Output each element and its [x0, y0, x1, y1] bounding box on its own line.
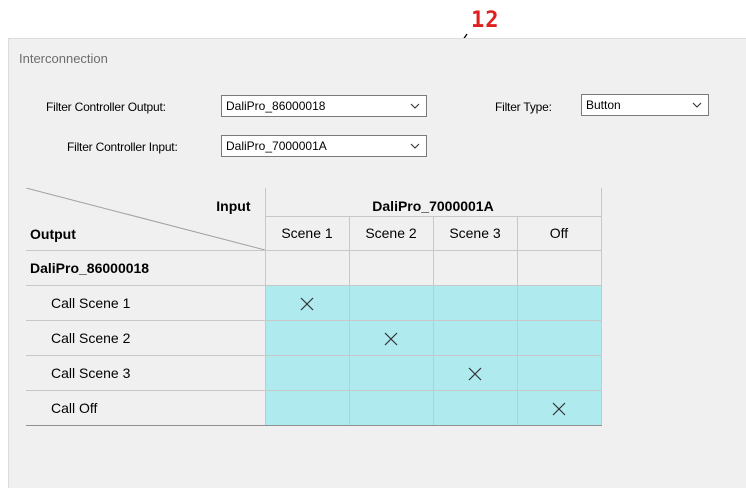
matrix-row: Call Scene 2	[26, 319, 602, 356]
column-header-scene-2: Scene 2	[348, 215, 434, 251]
row-label-call-scene-1: Call Scene 1	[26, 284, 266, 321]
filter-controller-input-value: DaliPro_7000001A	[226, 139, 327, 153]
connection-cell[interactable]	[432, 319, 518, 356]
interconnection-panel: Interconnection Filter Controller Output…	[8, 38, 746, 488]
filter-controller-output-dropdown[interactable]: DaliPro_86000018	[221, 95, 427, 117]
column-header-scene-1: Scene 1	[265, 215, 350, 251]
annotation-number: 12	[471, 8, 500, 33]
connection-cell[interactable]	[516, 284, 602, 321]
empty-cell	[348, 249, 434, 286]
connection-cell[interactable]	[348, 319, 434, 356]
matrix-row: Call Off	[26, 389, 602, 426]
connected-x-icon	[300, 297, 314, 311]
connection-cell[interactable]	[264, 389, 350, 426]
connected-x-icon	[468, 367, 482, 381]
filter-controller-output-value: DaliPro_86000018	[226, 99, 326, 113]
output-axis-label: Output	[30, 225, 76, 242]
connection-cell[interactable]	[516, 389, 602, 426]
filter-type-value: Button	[586, 98, 621, 112]
row-label-call-scene-3: Call Scene 3	[26, 354, 266, 391]
panel-title: Interconnection	[19, 51, 108, 66]
empty-cell	[516, 249, 602, 286]
connection-cell[interactable]	[432, 284, 518, 321]
connected-x-icon	[384, 332, 398, 346]
connection-cell[interactable]	[264, 284, 350, 321]
connection-cell[interactable]	[516, 319, 602, 356]
chevron-down-icon	[410, 143, 420, 149]
matrix-corner-header: Input Output	[26, 188, 266, 251]
interconnection-matrix: Input Output DaliPro_7000001A Scene 1 Sc…	[26, 188, 602, 426]
filter-controller-output-label: Filter Controller Output:	[46, 100, 166, 114]
chevron-down-icon	[410, 103, 420, 109]
connection-cell[interactable]	[348, 389, 434, 426]
row-label-call-scene-2: Call Scene 2	[26, 319, 266, 356]
connection-cell[interactable]	[348, 354, 434, 391]
matrix-row: Call Scene 1	[26, 284, 602, 321]
column-header-scene-3: Scene 3	[432, 215, 518, 251]
chevron-down-icon	[692, 102, 702, 108]
connected-x-icon	[552, 402, 566, 416]
connection-cell[interactable]	[432, 354, 518, 391]
filter-controller-input-dropdown[interactable]: DaliPro_7000001A	[221, 135, 427, 157]
filter-type-label: Filter Type:	[495, 100, 552, 114]
input-axis-label: Input	[216, 198, 251, 214]
connection-cell[interactable]	[264, 319, 350, 356]
connection-cell[interactable]	[348, 284, 434, 321]
connection-cell[interactable]	[432, 389, 518, 426]
matrix-row: Call Scene 3	[26, 354, 602, 391]
filter-controller-input-label: Filter Controller Input:	[67, 140, 178, 154]
output-controller-header: DaliPro_86000018	[26, 249, 266, 286]
empty-cell	[264, 249, 350, 286]
filter-type-dropdown[interactable]: Button	[581, 94, 709, 116]
connection-cell[interactable]	[516, 354, 602, 391]
connection-cell[interactable]	[264, 354, 350, 391]
empty-cell	[432, 249, 518, 286]
column-header-off: Off	[516, 215, 602, 251]
row-label-call-off: Call Off	[26, 389, 266, 426]
input-controller-header: DaliPro_7000001A	[264, 188, 602, 216]
